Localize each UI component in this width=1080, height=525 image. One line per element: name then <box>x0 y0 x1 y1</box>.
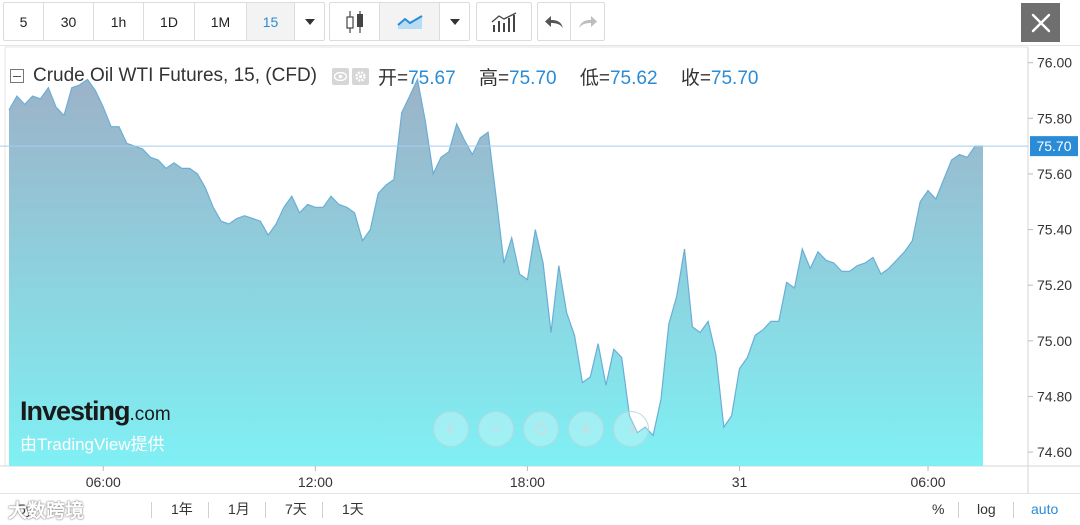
close-button[interactable] <box>1021 3 1060 42</box>
interval-dropdown-button[interactable] <box>295 3 324 40</box>
gear-icon[interactable] <box>352 67 369 85</box>
undo-icon <box>545 15 563 28</box>
scale-separator <box>1013 502 1014 518</box>
price-tick-label: 74.60 <box>1037 444 1072 460</box>
price-tick-label: 75.20 <box>1037 277 1072 293</box>
history-group <box>537 2 605 41</box>
close-label: 收= <box>680 67 711 89</box>
ohlc-values: 开=75.67 高=75.70 低=75.62 收=75.70 <box>378 63 776 90</box>
range-1d[interactable]: 1天 <box>342 494 364 524</box>
interval-5[interactable]: 5 <box>4 3 44 40</box>
interval-30[interactable]: 30 <box>44 3 94 40</box>
open-value: 75.67 <box>408 67 456 89</box>
candlestick-icon <box>345 10 363 33</box>
low-label: 低= <box>579 67 610 89</box>
scale-auto-toggle[interactable]: auto <box>1031 494 1058 524</box>
price-tick-label: 75.40 <box>1037 222 1072 238</box>
interval-1h[interactable]: 1h <box>94 3 144 40</box>
bottom-toolbar: 5y 1年 1月 7天 1天 % log auto <box>0 493 1080 525</box>
time-tick-label: 06:00 <box>86 474 121 490</box>
eye-icon[interactable] <box>332 67 349 85</box>
interval-15[interactable]: 15 <box>247 3 295 40</box>
price-tick-label: 75.60 <box>1037 166 1072 182</box>
range-separator <box>322 502 323 518</box>
reset-chart-button[interactable] <box>523 411 559 447</box>
price-tick-label: 76.00 <box>1037 55 1072 71</box>
plus-icon <box>581 424 591 434</box>
low-value: 75.62 <box>609 67 658 89</box>
chart-type-selector <box>329 2 470 41</box>
chart-legend: Crude Oil WTI Futures, 15, (CFD) 开=75.67… <box>10 63 776 90</box>
price-tick-label: 75.00 <box>1037 333 1072 349</box>
price-axis-ticks: 76.00 75.80 75.60 75.40 75.20 75.00 74.80 74.60 <box>1028 55 1072 460</box>
range-separator <box>208 502 209 518</box>
redo-button[interactable] <box>571 3 604 40</box>
last-price-marker: 75.70 <box>0 136 1078 157</box>
indicators-icon <box>491 11 517 32</box>
zoom-in-button[interactable] <box>568 411 604 447</box>
zoom-out-button[interactable] <box>478 411 514 447</box>
close-value: 75.70 <box>710 67 759 89</box>
range-1y[interactable]: 1年 <box>171 494 193 524</box>
dropdown-caret-icon <box>449 18 460 25</box>
chart-toolbar: 5 30 1h 1D 1M 15 <box>0 0 1080 46</box>
candlestick-button[interactable] <box>330 3 380 40</box>
range-1m[interactable]: 1月 <box>228 494 250 524</box>
scroll-left-button[interactable] <box>433 411 469 447</box>
range-separator <box>265 502 266 518</box>
last-price-label: 75.70 <box>1036 138 1071 154</box>
price-tick-label: 74.80 <box>1037 388 1072 404</box>
chevron-left-icon <box>446 423 454 435</box>
site-watermark: 大数跨境 <box>8 501 85 522</box>
dropdown-caret-icon <box>304 18 315 25</box>
time-tick-label: 31 <box>732 474 748 490</box>
investing-watermark: Investing.com 由TradingView提供 <box>20 396 171 455</box>
time-axis-ticks: 06:0012:0018:003106:0012:00 <box>86 466 946 490</box>
watermark-brand: Investing.com <box>20 396 171 427</box>
open-label: 开= <box>378 67 409 89</box>
scroll-right-button[interactable] <box>613 411 649 447</box>
collapse-legend-icon[interactable] <box>10 69 24 83</box>
time-tick-label: 06:00 <box>910 474 945 490</box>
watermark-provider: 由TradingView提供 <box>20 435 165 454</box>
undo-button[interactable] <box>538 3 571 40</box>
reset-icon <box>535 422 548 435</box>
indicators-group <box>476 2 532 41</box>
watermark-brand-suffix: .com <box>129 404 171 425</box>
area-chart-button[interactable] <box>380 3 440 40</box>
time-tick-label: 18:00 <box>510 474 545 490</box>
range-7d[interactable]: 7天 <box>285 494 307 524</box>
high-value: 75.70 <box>509 67 557 89</box>
scale-separator <box>958 502 959 518</box>
area-chart-icon <box>396 14 423 29</box>
range-separator <box>151 502 152 518</box>
interval-selector: 5 30 1h 1D 1M 15 <box>3 2 325 41</box>
price-tick-label: 75.80 <box>1037 110 1072 126</box>
chart-type-dropdown-button[interactable] <box>440 3 469 40</box>
interval-1m[interactable]: 1M <box>195 3 247 40</box>
symbol-title: Crude Oil WTI Futures, 15, (CFD) <box>33 65 317 86</box>
time-tick-label: 12:00 <box>298 474 333 490</box>
indicators-button[interactable] <box>477 3 531 40</box>
chart-nav-controls <box>433 411 658 447</box>
scale-percent-toggle[interactable]: % <box>932 494 944 524</box>
close-icon <box>1031 13 1050 32</box>
scale-log-toggle[interactable]: log <box>977 494 996 524</box>
high-label: 高= <box>478 67 510 89</box>
redo-icon <box>578 15 597 28</box>
chevron-right-icon <box>628 423 636 435</box>
watermark-brand-name: Investing <box>20 396 131 426</box>
minus-icon <box>491 428 501 430</box>
interval-1d[interactable]: 1D <box>144 3 195 40</box>
